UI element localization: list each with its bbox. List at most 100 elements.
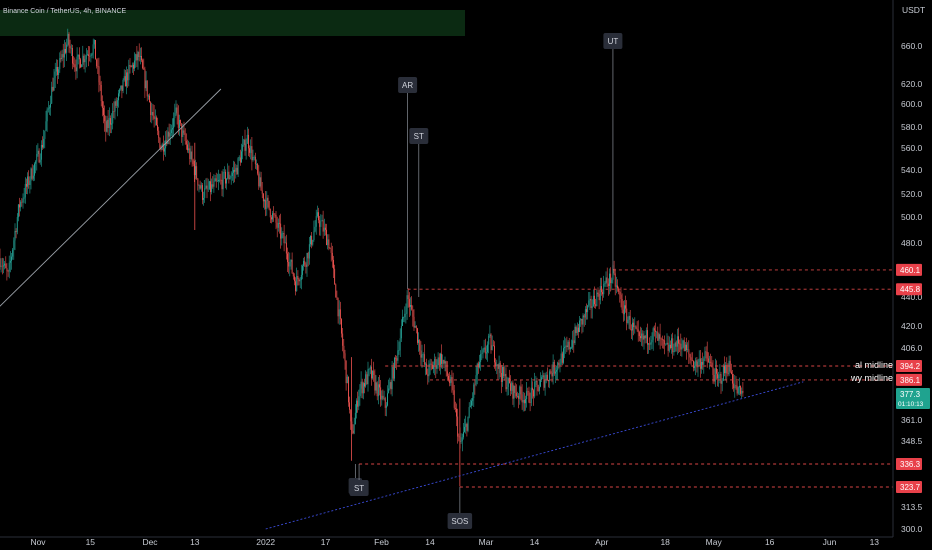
- candle-body: [698, 358, 700, 362]
- price-tick-label: 620.0: [901, 79, 923, 89]
- candle-body: [649, 343, 651, 345]
- candle-body: [228, 171, 230, 179]
- candle-body: [442, 359, 444, 364]
- candle-body: [288, 262, 290, 267]
- candle-body: [229, 177, 231, 179]
- candle-body: [372, 370, 373, 379]
- candle-body: [143, 68, 145, 70]
- candle-body: [245, 143, 247, 151]
- time-tick-label: 15: [86, 537, 96, 547]
- candle-body: [137, 51, 139, 61]
- candle-body: [359, 388, 361, 397]
- price-level-tag[interactable]: 445.8: [896, 283, 922, 296]
- candle-body: [13, 240, 15, 250]
- candle-body: [120, 85, 122, 90]
- candle-body: [277, 222, 279, 228]
- candle: [348, 376, 349, 407]
- candle-body: [509, 377, 510, 384]
- candle-body: [142, 60, 144, 69]
- candle-body: [276, 222, 278, 228]
- candle-body: [150, 102, 152, 115]
- candle-body: [38, 150, 40, 163]
- candle-body: [615, 285, 617, 287]
- candle-body: [390, 382, 392, 390]
- candle-body: [337, 297, 339, 317]
- candle-body: [628, 315, 630, 320]
- candle-body: [336, 297, 338, 298]
- candle-body: [679, 343, 681, 345]
- candle: [335, 283, 337, 298]
- candle-body: [465, 423, 467, 427]
- candle-body: [192, 160, 194, 165]
- price-level-tag[interactable]: 394.2: [896, 360, 922, 372]
- price-level-tag[interactable]: 460.1: [896, 263, 922, 276]
- candle-body: [573, 340, 575, 344]
- candle-body: [595, 304, 597, 307]
- candle-body: [339, 309, 341, 319]
- candle-body: [500, 373, 502, 382]
- candle-body: [383, 398, 385, 399]
- candle-body: [676, 336, 678, 347]
- candle-body: [633, 322, 635, 328]
- time-tick-label: Apr: [595, 537, 608, 547]
- candle-body: [188, 148, 190, 151]
- candle-body: [399, 338, 401, 351]
- candle-body: [556, 370, 557, 372]
- candle-body: [438, 357, 440, 366]
- price-level-tag[interactable]: 336.3: [896, 458, 922, 470]
- candle-body: [670, 344, 671, 348]
- candle-body: [389, 382, 391, 389]
- candle-body: [733, 383, 735, 389]
- candle-body: [410, 305, 411, 307]
- candle-body: [7, 271, 9, 272]
- candle-body: [73, 63, 74, 65]
- candle-body: [315, 216, 317, 227]
- candle-body: [497, 364, 499, 369]
- price-tick-label: 560.0: [901, 143, 923, 153]
- candle-body: [526, 391, 528, 399]
- candle-body: [91, 53, 93, 56]
- candle-body: [239, 157, 241, 163]
- candle-body: [606, 277, 608, 284]
- price-chart[interactable]: Binance Coin / TetherUS, 4h, BINANCE USD…: [0, 0, 932, 550]
- candle-body: [316, 212, 318, 217]
- candle-body: [237, 158, 239, 175]
- candle-body: [195, 166, 196, 176]
- candle-body: [74, 64, 76, 68]
- candle-body: [312, 240, 314, 245]
- candle-body: [129, 65, 131, 67]
- candle-body: [620, 294, 622, 299]
- candle-body: [686, 344, 687, 350]
- current-price-tag[interactable]: 377.3 01:10:13: [896, 388, 930, 409]
- candle-body: [358, 396, 360, 407]
- marker-label: ST: [414, 132, 424, 141]
- candle-body: [486, 352, 487, 354]
- price-level-tag[interactable]: 386.1: [896, 373, 922, 386]
- candle-body: [139, 56, 141, 57]
- candle-body: [87, 54, 88, 56]
- candle-body: [234, 169, 236, 172]
- candle-body: [661, 338, 663, 340]
- candle-body: [198, 185, 200, 186]
- candle-body: [629, 315, 631, 330]
- price-level-tag-text: 323.7: [900, 483, 921, 492]
- price-level-tag[interactable]: 323.7: [896, 481, 922, 493]
- candle-body: [349, 402, 350, 410]
- candle-body: [684, 344, 686, 352]
- candle-body: [46, 109, 48, 122]
- marker-label: UT: [608, 37, 619, 46]
- candle-body: [643, 335, 645, 340]
- time-tick-label: Mar: [479, 537, 494, 547]
- candle-body: [672, 338, 674, 353]
- candle-body: [144, 69, 146, 89]
- candle-body: [37, 150, 39, 154]
- candle-body: [167, 131, 169, 144]
- candle-body: [284, 242, 286, 244]
- candle-body: [484, 347, 486, 354]
- candle-body: [730, 371, 732, 375]
- candle-body: [495, 362, 497, 366]
- candle-body: [321, 220, 323, 222]
- candle-body: [361, 381, 363, 394]
- candle-body: [588, 300, 590, 306]
- candle-body: [734, 385, 736, 389]
